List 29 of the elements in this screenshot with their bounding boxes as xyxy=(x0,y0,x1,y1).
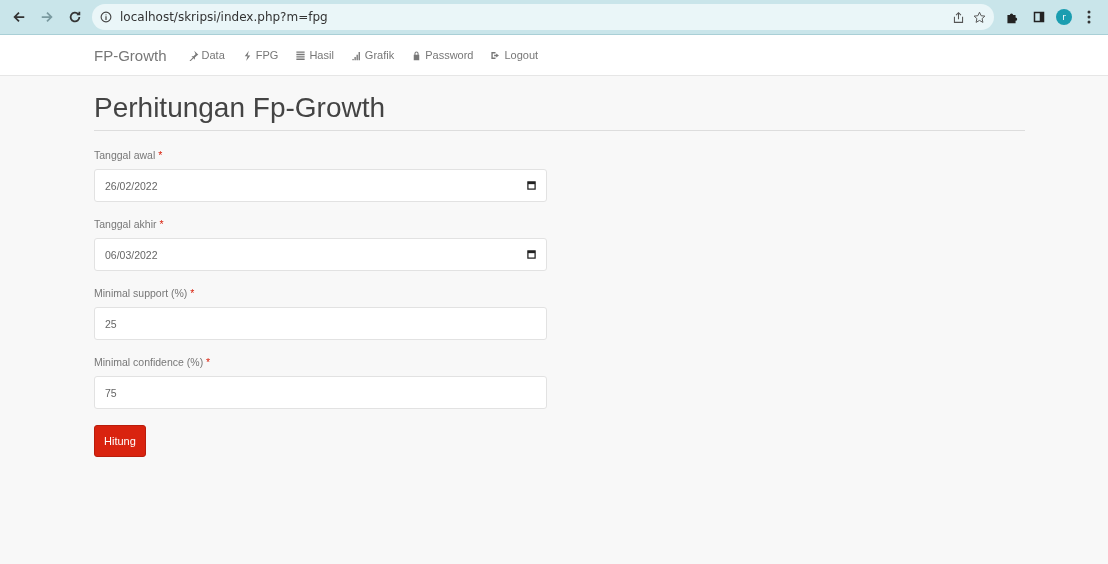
info-icon xyxy=(100,11,112,23)
number-field[interactable]: 75 xyxy=(94,376,547,409)
pin-icon xyxy=(187,49,199,61)
nav-link[interactable]: Password xyxy=(411,49,474,61)
address-bar[interactable]: localhost/skripsi/index.php?m=fpg xyxy=(92,4,994,30)
profile-avatar[interactable]: r xyxy=(1056,9,1072,25)
submit-button[interactable]: Hitung xyxy=(94,425,146,457)
logout-icon xyxy=(490,49,502,61)
nav-link[interactable]: Data xyxy=(187,49,225,61)
nav-link[interactable]: FPG xyxy=(241,49,279,61)
brand-link[interactable]: FP-Growth xyxy=(94,46,167,64)
nav-link[interactable]: Grafik xyxy=(350,49,395,61)
url-text: localhost/skripsi/index.php?m=fpg xyxy=(120,10,329,24)
number-field[interactable]: 25 xyxy=(94,307,547,340)
nav-link[interactable]: Hasil xyxy=(295,49,334,61)
star-icon[interactable] xyxy=(973,10,986,24)
share-icon[interactable] xyxy=(952,10,965,24)
field-label: Minimal confidence (%) * xyxy=(94,356,212,368)
nav-link[interactable]: Logout xyxy=(490,49,539,61)
list-icon xyxy=(295,49,307,61)
calendar-icon[interactable] xyxy=(527,250,536,259)
calendar-icon[interactable] xyxy=(527,181,536,190)
field-label: Tanggal akhir * xyxy=(94,218,165,230)
field-label: Minimal support (%) * xyxy=(94,287,196,299)
field-label: Tanggal awal * xyxy=(94,149,164,161)
signal-bars-icon xyxy=(350,49,362,61)
date-field[interactable]: 26/02/2022 xyxy=(94,169,547,202)
date-field[interactable]: 06/03/2022 xyxy=(94,238,547,271)
page-title: Perhitungan Fp-Growth xyxy=(94,92,1025,131)
